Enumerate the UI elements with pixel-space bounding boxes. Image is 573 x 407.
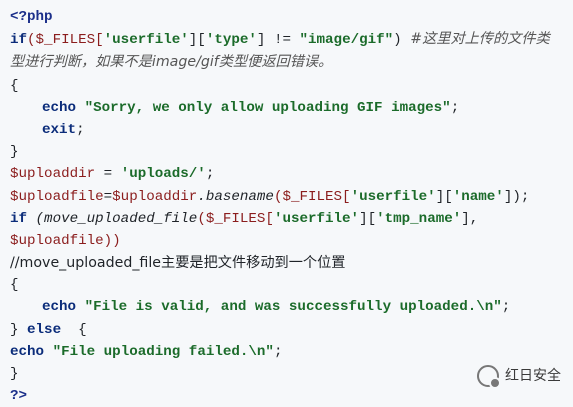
brace-open: { xyxy=(10,277,19,294)
code-line-10: $uploadfile)) xyxy=(10,230,563,252)
code-line-1: <?php xyxy=(10,6,563,28)
code-token: ) xyxy=(393,32,411,49)
code-line-8: $uploadfile=$uploaddir.basename($_FILES[… xyxy=(10,186,563,208)
code-line-9: if (move_uploaded_file($_FILES['userfile… xyxy=(10,208,563,230)
code-token: ], xyxy=(461,210,479,227)
code-line-13: echo "File is valid, and was successfull… xyxy=(10,296,563,318)
string-literal: "File uploading failed.\n" xyxy=(52,343,274,360)
semicolon: ; xyxy=(501,299,511,316)
code-comment: //move_uploaded_file主要是把文件移动到一个位置 xyxy=(10,255,346,272)
operator: = xyxy=(95,166,121,183)
function-name: (move_uploaded_file xyxy=(27,210,198,227)
semicolon: ; xyxy=(76,121,85,138)
code-token: ] != xyxy=(256,32,300,49)
code-token: )) xyxy=(103,232,121,249)
code-line-5: exit; xyxy=(10,119,563,141)
code-line-7: $uploaddir = 'uploads/'; xyxy=(10,163,563,185)
string-literal: 'userfile' xyxy=(103,32,189,49)
code-line-3: { xyxy=(10,75,563,97)
brace-close: } xyxy=(10,321,28,338)
function-name: .basename xyxy=(197,188,274,205)
code-line-4: echo "Sorry, we only allow uploading GIF… xyxy=(10,97,563,119)
wechat-icon xyxy=(477,364,501,389)
code-line-2: if($_FILES['userfile']['type'] != "image… xyxy=(10,28,563,74)
watermark: 红日安全 xyxy=(477,364,561,389)
keyword-exit: exit xyxy=(42,121,77,138)
code-token: ][ xyxy=(435,188,453,205)
string-literal: 'name' xyxy=(452,188,504,205)
keyword-if: if xyxy=(10,210,28,227)
watermark-text: 红日安全 xyxy=(505,367,561,384)
operator: = xyxy=(103,188,113,205)
brace-open: { xyxy=(10,77,19,94)
string-literal: 'uploads/' xyxy=(120,166,206,183)
code-token: ]); xyxy=(503,188,530,205)
string-literal: 'userfile' xyxy=(273,210,360,227)
variable: $uploadfile xyxy=(10,232,104,249)
keyword-echo: echo xyxy=(42,99,77,116)
code-line-15: echo "File uploading failed.\n"; xyxy=(10,341,563,363)
code-block: <?php if($_FILES['userfile']['type'] != … xyxy=(0,0,573,404)
code-line-11: //move_uploaded_file主要是把文件移动到一个位置 xyxy=(10,252,563,274)
keyword-else: else xyxy=(27,321,62,338)
semicolon: ; xyxy=(450,99,460,116)
string-literal: 'tmp_name' xyxy=(376,210,462,227)
code-token: ($_FILES[ xyxy=(27,32,104,49)
variable: $uploaddir xyxy=(112,188,198,205)
php-close-tag: ?> xyxy=(10,388,28,405)
brace-close: } xyxy=(10,144,19,161)
variable: $uploadfile xyxy=(10,188,104,205)
code-line-17: ?> xyxy=(10,385,563,407)
keyword-echo: echo xyxy=(42,299,77,316)
code-line-12: { xyxy=(10,274,563,296)
semicolon: ; xyxy=(205,166,215,183)
brace-open: { xyxy=(61,321,87,338)
code-line-14: } else { xyxy=(10,319,563,341)
code-token: ][ xyxy=(359,210,377,227)
php-open-tag: <?php xyxy=(10,9,53,25)
code-token: ][ xyxy=(188,32,206,49)
code-line-6: } xyxy=(10,141,563,163)
code-token: ($_FILES[ xyxy=(197,210,274,227)
semicolon: ; xyxy=(273,343,283,360)
brace-close: } xyxy=(10,366,19,383)
keyword-if: if xyxy=(10,32,28,49)
string-literal: "File is valid, and was successfully upl… xyxy=(84,299,502,316)
string-literal: "image/gif" xyxy=(299,32,394,49)
string-literal: "Sorry, we only allow uploading GIF imag… xyxy=(84,99,451,116)
string-literal: 'type' xyxy=(205,32,257,49)
variable: $uploaddir xyxy=(10,166,96,183)
string-literal: 'userfile' xyxy=(350,188,436,205)
code-token: ($_FILES[ xyxy=(273,188,351,205)
keyword-echo: echo xyxy=(10,343,45,360)
